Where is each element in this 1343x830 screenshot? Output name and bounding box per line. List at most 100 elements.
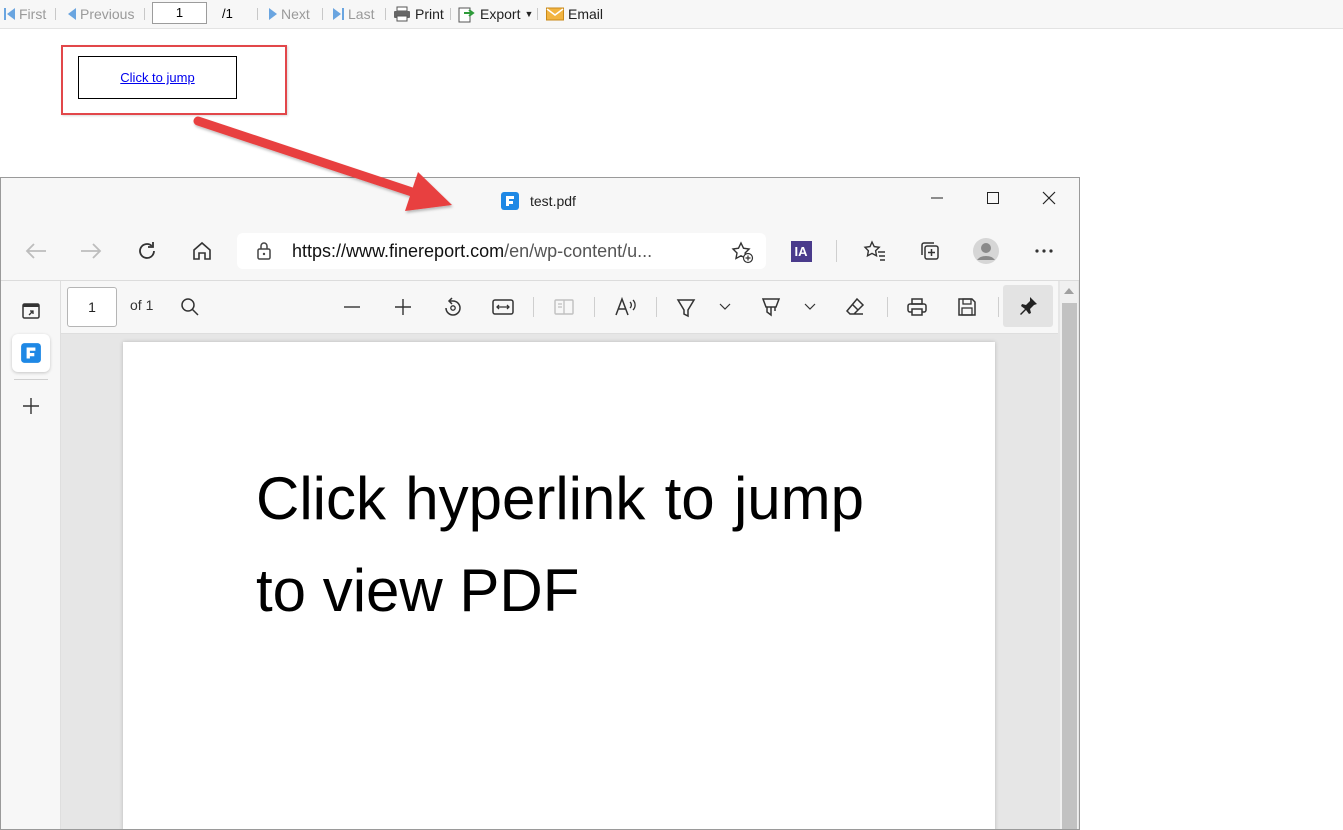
finereport-logo-icon [21,343,41,363]
toolbar-separator [533,297,534,317]
zoom-in-button[interactable] [387,291,419,323]
scroll-up-arrow-icon[interactable] [1064,288,1074,294]
separator [144,8,145,20]
add-favorite-icon[interactable] [730,240,754,264]
previous-button[interactable]: Previous [68,4,134,24]
print-button[interactable]: Print [393,4,444,24]
pdf-search-button[interactable] [174,291,206,323]
export-button[interactable]: Export ▼ [458,4,533,24]
save-pdf-button[interactable] [951,291,983,323]
separator [322,8,323,20]
back-button[interactable] [18,235,54,267]
toolbar-separator [656,297,657,317]
erase-button[interactable] [839,291,871,323]
title-bar: test.pdf [1,178,1079,222]
pdf-page-text: Click hyperlink to jump to view PDF [256,465,864,624]
browser-content: 1 of 1 Click hyperlink to jump to view P… [1,280,1079,829]
pdf-toolbar: 1 of 1 [61,281,1058,334]
rotate-button[interactable] [437,291,469,323]
sidebar-add-button[interactable] [12,387,50,425]
pdf-page: Click hyperlink to jump to view PDF [123,342,995,829]
fit-width-icon [492,299,514,315]
pin-toolbar-button[interactable] [1003,285,1053,327]
search-icon [181,298,199,316]
zoom-out-button[interactable] [336,291,368,323]
last-button[interactable]: Last [333,4,374,24]
pdf-page-count: of 1 [130,297,154,313]
email-label: Email [568,6,604,22]
sidebar-finereport-app[interactable] [12,334,50,372]
ellipsis-icon [1035,249,1053,253]
highlight-button[interactable] [755,291,787,323]
page-number-input[interactable]: 1 [152,2,207,24]
more-options-button[interactable] [1026,235,1062,267]
jump-hyperlink[interactable]: Click to jump [120,70,194,85]
last-label: Last [348,6,375,22]
browser-window: test.pdf https://www.finereport.com/en/w… [0,177,1080,830]
separator [450,8,451,20]
next-label: Next [281,6,310,22]
minimize-button[interactable] [914,184,960,212]
extension-ia-button[interactable]: IA [783,235,819,267]
address-url: https://www.finereport.com/en/wp-content… [292,233,652,269]
home-icon [193,241,211,260]
last-page-icon [333,8,344,20]
finereport-logo-icon [500,191,520,211]
toolbar-separator [836,240,837,262]
next-button[interactable]: Next [269,4,310,24]
close-button[interactable] [1026,184,1072,212]
maximize-icon [987,192,999,204]
export-label: Export [480,6,521,22]
page-total: /1 [222,6,233,21]
collections-icon [921,242,939,260]
rotate-icon [445,297,461,316]
separator [385,8,386,20]
chevron-down-icon [719,303,731,310]
refresh-button[interactable] [129,235,165,267]
caret-down-icon: ▼ [524,9,534,19]
report-cell: Click to jump [78,56,237,99]
home-button[interactable] [184,235,220,267]
previous-page-icon [68,8,76,20]
printer-icon [907,298,927,316]
page-view-button[interactable] [548,291,580,323]
page-view-icon [554,299,574,315]
fit-width-button[interactable] [487,291,519,323]
read-aloud-icon [615,296,636,316]
collections-button[interactable] [912,235,948,267]
previous-label: Previous [80,6,135,22]
print-label: Print [415,6,444,22]
pdf-page-input[interactable]: 1 [67,287,117,327]
sidebar-tab-panel-button[interactable] [12,292,50,330]
favorites-button[interactable] [857,235,893,267]
browser-nav-bar: https://www.finereport.com/en/wp-content… [1,222,1079,280]
url-domain: https://www.finereport.com [292,241,505,261]
draw-icon [676,299,696,318]
scrollbar-thumb[interactable] [1062,303,1077,829]
plus-icon [395,299,411,315]
minimize-icon [931,197,943,199]
minus-icon [344,306,360,308]
report-toolbar: First Previous 1 /1 Next Last Print Expo… [0,0,1343,29]
email-button[interactable]: Email [546,4,603,24]
read-aloud-button[interactable] [610,291,642,323]
highlight-options-dropdown[interactable] [798,291,822,323]
lock-icon [255,241,273,261]
edge-sidebar [1,281,61,829]
draw-options-dropdown[interactable] [713,291,737,323]
close-icon [1042,191,1056,205]
back-arrow-icon [25,243,46,259]
avatar-icon [973,238,999,264]
tab-title: test.pdf [530,193,576,209]
export-icon [458,6,476,23]
address-bar[interactable]: https://www.finereport.com/en/wp-content… [237,233,766,269]
forward-button[interactable] [73,235,109,267]
maximize-button[interactable] [970,184,1016,212]
printer-icon [393,6,411,22]
print-pdf-button[interactable] [901,291,933,323]
profile-button[interactable] [968,235,1004,267]
first-button[interactable]: First [4,4,46,24]
sidebar-separator [14,379,48,380]
pdf-scrollbar[interactable] [1060,281,1078,829]
draw-button[interactable] [670,291,702,323]
